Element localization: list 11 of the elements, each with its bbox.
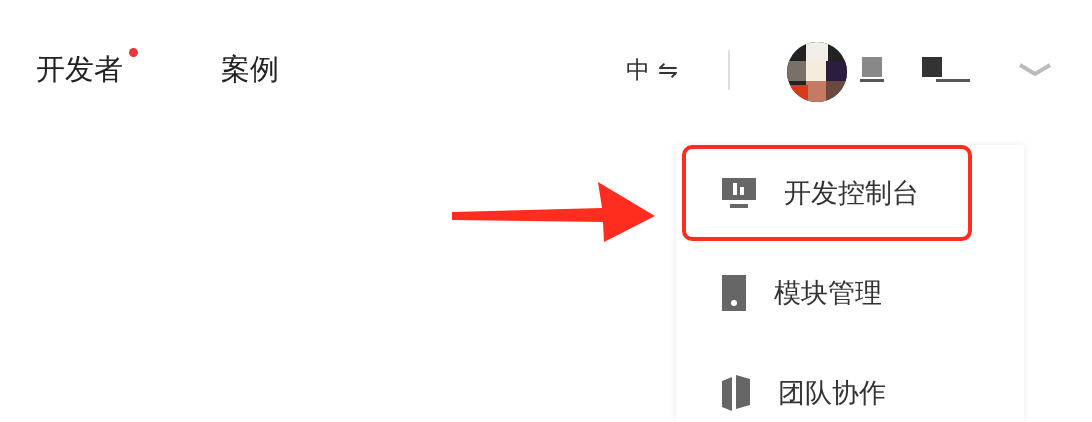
menu-item[interactable]: 团队协作	[682, 345, 972, 422]
nav-link[interactable]: 案例	[221, 48, 279, 92]
monitor-icon	[722, 178, 756, 208]
nav-link[interactable]: 开发者	[36, 48, 138, 92]
language-toggle[interactable]: 中 ⇋	[626, 52, 678, 88]
door-icon	[722, 275, 746, 311]
menu-item[interactable]: 开发控制台	[682, 145, 972, 241]
notification-dot	[129, 48, 138, 58]
chevron-down-icon[interactable]	[1018, 63, 1052, 77]
menu-item[interactable]: 模块管理	[682, 245, 972, 341]
panels-icon	[722, 375, 750, 411]
